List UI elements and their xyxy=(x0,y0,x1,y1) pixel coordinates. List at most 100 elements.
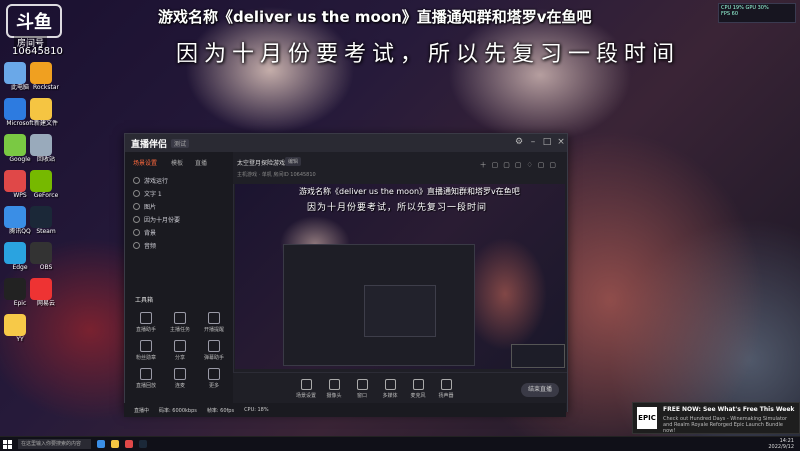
edit-title-button[interactable]: 编辑 xyxy=(285,157,302,166)
desktop-icon[interactable]: 回收站 xyxy=(30,134,62,163)
tool-label: 连麦 xyxy=(174,383,185,389)
stream-title-overlay: 游戏名称《deliver us the moon》直播通知群和塔罗v在鱼吧 xyxy=(158,8,592,26)
source-button[interactable]: 场景设置 xyxy=(293,379,319,399)
tool-icon xyxy=(140,368,152,380)
stats-line-2: FPS 60 xyxy=(721,11,739,17)
steam-icon[interactable] xyxy=(139,440,147,448)
taskbar-clock: 14:21 2022/9/12 xyxy=(768,438,794,450)
scene-item[interactable]: 背景 xyxy=(133,228,156,237)
epic-notification[interactable]: EPIC FREE NOW: See What's Free This Week… xyxy=(632,402,800,434)
desktop-icon-label: Steam xyxy=(36,228,56,235)
desktop-icon[interactable]: Rockstar xyxy=(30,62,62,91)
source-button[interactable]: 摄像头 xyxy=(321,379,347,399)
scene-item[interactable]: 文字 1 xyxy=(133,189,162,198)
tool-icon xyxy=(174,340,186,352)
header-tool-icons[interactable]: ＋▢▢▢♢▢▢ xyxy=(480,160,561,170)
tool-icon xyxy=(208,368,220,380)
scene-label: 背景 xyxy=(144,230,157,237)
tab-templates[interactable]: 模板 xyxy=(171,158,183,167)
edge-icon[interactable] xyxy=(97,440,105,448)
source-button[interactable]: 麦克风 xyxy=(405,379,431,399)
eye-icon[interactable] xyxy=(133,216,140,223)
scene-label: 文字 1 xyxy=(144,191,162,198)
desktop-icon[interactable]: Steam xyxy=(30,206,62,235)
desktop-app-icon xyxy=(4,278,26,300)
scene-item[interactable]: 图片 xyxy=(133,202,156,211)
app-icon[interactable] xyxy=(125,440,133,448)
app-version-badge: 测试 xyxy=(171,138,190,148)
eye-icon[interactable] xyxy=(133,242,140,249)
desktop-icon[interactable]: YY xyxy=(4,314,36,343)
source-button[interactable]: 多媒体 xyxy=(377,379,403,399)
desktop-icon[interactable]: 新建文件 xyxy=(30,98,62,127)
source-button[interactable]: 扬声器 xyxy=(433,379,459,399)
desktop-app-icon xyxy=(30,134,52,156)
stop-stream-button[interactable]: 结束直播 xyxy=(521,383,559,397)
tool-button[interactable]: 直播回放 xyxy=(131,368,161,389)
tool-label: 开播提醒 xyxy=(203,327,224,333)
epic-logo-icon: EPIC xyxy=(637,407,657,429)
eye-icon[interactable] xyxy=(133,229,140,236)
app-titlebar[interactable]: 直播伴侣 测试 ⚙ – □ × xyxy=(125,134,567,152)
source-button[interactable]: 窗口 xyxy=(349,379,375,399)
tool-label: 粉丝勋章 xyxy=(135,355,156,361)
tool-label: 分享 xyxy=(174,355,185,361)
status-bitrate: 码率: 6000kbps xyxy=(159,407,197,414)
scene-label: 音频 xyxy=(144,243,157,250)
tool-icon xyxy=(208,340,220,352)
tab-scenes[interactable]: 场景设置 xyxy=(133,158,157,167)
desktop-app-icon xyxy=(30,62,52,84)
source-label: 摄像头 xyxy=(326,393,342,399)
desktop-app-icon xyxy=(30,170,52,192)
maximize-icon[interactable]: □ xyxy=(541,137,553,147)
tab-live[interactable]: 直播 xyxy=(195,158,207,167)
desktop-app-icon xyxy=(4,134,26,156)
tool-button[interactable]: 开播提醒 xyxy=(199,312,229,333)
tool-label: 主播任务 xyxy=(169,327,190,333)
preview-overlay-box xyxy=(511,344,565,368)
toolbox-title: 工具箱 xyxy=(135,297,154,304)
tool-button[interactable]: 更多 xyxy=(199,368,229,389)
tool-button[interactable]: 粉丝勋章 xyxy=(131,340,161,361)
scene-item[interactable]: 音频 xyxy=(133,241,156,250)
windows-start-icon[interactable] xyxy=(0,437,14,451)
stream-header: 太空登月探险游戏 编辑 主机游戏 · 单机 房间ID 10645810 ＋▢▢▢… xyxy=(233,152,567,184)
desktop-app-icon xyxy=(4,314,26,336)
scene-item[interactable]: 游戏运行 xyxy=(133,176,168,185)
folder-icon[interactable] xyxy=(111,440,119,448)
settings-icon[interactable]: ⚙ xyxy=(513,137,525,147)
taskbar: 在这里输入你要搜索的内容 14:21 2022/9/12 xyxy=(0,436,800,451)
desktop-app-icon xyxy=(30,206,52,228)
source-icon xyxy=(328,379,340,390)
close-icon[interactable]: × xyxy=(555,137,567,147)
desktop-icon[interactable]: OBS xyxy=(30,242,62,271)
source-label: 场景设置 xyxy=(295,393,316,399)
notification-title: FREE NOW: See What's Free This Week xyxy=(663,406,795,413)
scene-label: 图片 xyxy=(144,204,157,211)
source-icon xyxy=(384,379,396,390)
status-cpu: CPU: 18% xyxy=(244,407,269,413)
desktop-icon[interactable]: 网易云 xyxy=(30,278,62,307)
tool-button[interactable]: 直播助手 xyxy=(131,312,161,333)
status-live: 直播中 xyxy=(134,407,150,414)
room-id: 10645810 xyxy=(12,46,63,57)
minimize-icon[interactable]: – xyxy=(527,137,539,147)
tool-button[interactable]: 连麦 xyxy=(165,368,195,389)
desktop-icon-label: 新建文件 xyxy=(33,120,58,127)
eye-icon[interactable] xyxy=(133,177,140,184)
desktop-icon[interactable]: GeForce xyxy=(30,170,62,199)
notification-body: Check out Hundred Days - Winemaking Simu… xyxy=(663,416,788,434)
tool-icon xyxy=(140,312,152,324)
tool-icon xyxy=(140,340,152,352)
tool-label: 直播回放 xyxy=(135,383,156,389)
taskbar-search[interactable]: 在这里输入你要搜索的内容 xyxy=(18,439,91,449)
eye-icon[interactable] xyxy=(133,203,140,210)
eye-icon[interactable] xyxy=(133,190,140,197)
desktop-app-icon xyxy=(30,278,52,300)
scene-item[interactable]: 因为十月份要 xyxy=(133,215,180,224)
tool-button[interactable]: 弹幕助手 xyxy=(199,340,229,361)
tool-button[interactable]: 分享 xyxy=(165,340,195,361)
live-preview[interactable]: 游戏名称《deliver us the moon》直播通知群和塔罗v在鱼吧 因为… xyxy=(235,184,565,369)
scene-sidebar: 场景设置 模板 直播 游戏运行文字 1 图片因为十月份要背景音频 工具箱 直播助手… xyxy=(125,152,234,411)
tool-button[interactable]: 主播任务 xyxy=(165,312,195,333)
